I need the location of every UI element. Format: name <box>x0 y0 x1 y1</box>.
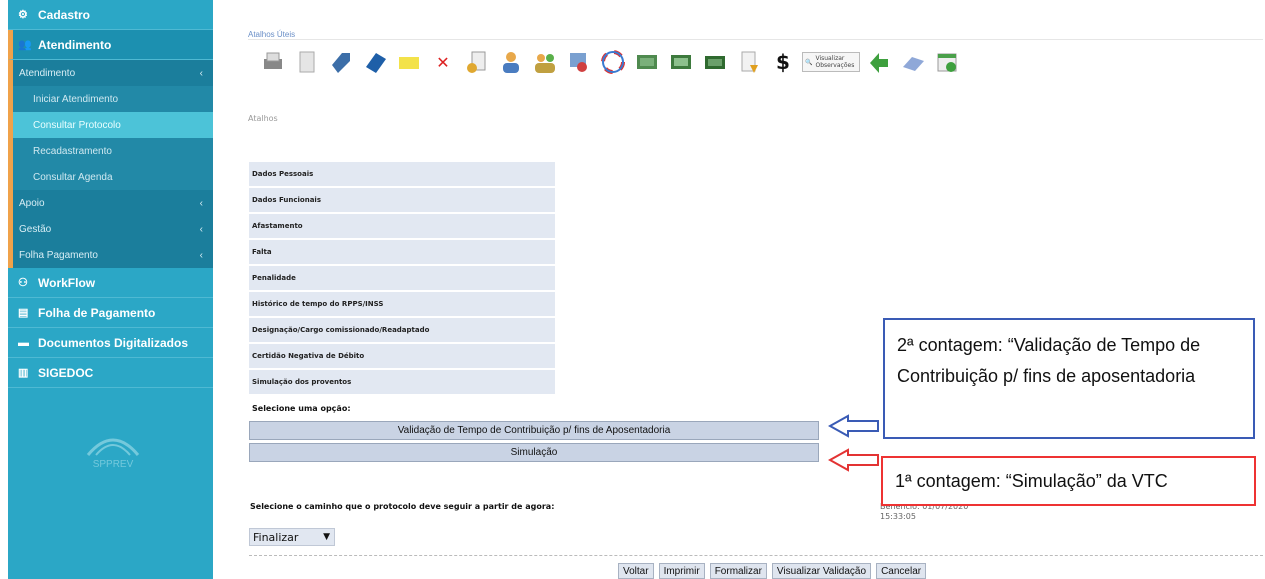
subnav-iniciar-atendimento[interactable]: Iniciar Atendimento <box>8 86 213 112</box>
close-icon[interactable]: ✕ <box>428 47 458 77</box>
users-icon[interactable] <box>530 47 560 77</box>
annotation-second-count: 2ª contagem: “Validação de Tempo de Cont… <box>883 318 1255 439</box>
subnav-apoio[interactable]: Apoio ‹ <box>8 190 213 216</box>
money-stack-icon[interactable] <box>700 47 730 77</box>
nav-label: Documentos Digitalizados <box>38 335 189 350</box>
chevron-left-icon: ‹ <box>199 223 203 235</box>
view-notes-button[interactable]: 🔍 Visualizar Observações <box>802 52 860 72</box>
imprimir-button[interactable]: Imprimir <box>658 563 705 579</box>
shortcut-icons: ✕ $ 🔍 Visualizar Observações <box>258 44 962 80</box>
document-icon: ▤ <box>18 307 29 319</box>
note-icon[interactable] <box>394 47 424 77</box>
folder-icon: ▬ <box>18 336 29 349</box>
section-row[interactable]: Falta <box>249 240 555 266</box>
atalhos-label: Atalhos <box>248 114 278 123</box>
certificate-icon[interactable] <box>462 47 492 77</box>
nav-label: Atendimento <box>38 37 112 52</box>
files-icon: ▥ <box>18 367 29 379</box>
voltar-button[interactable]: Voltar <box>618 563 654 579</box>
nav-documentos[interactable]: ▬ Documentos Digitalizados <box>8 328 213 358</box>
shortcuts-title: Atalhos Úteis <box>248 30 296 39</box>
nav-sigedoc[interactable]: ▥ SIGEDOC <box>8 358 213 388</box>
users-icon: 👥 <box>18 39 32 51</box>
subnav-label: Gestão <box>19 223 52 235</box>
chevron-left-icon: ‹ <box>199 197 203 209</box>
nav-label: Folha de Pagamento <box>38 305 156 320</box>
dollar-icon[interactable]: $ <box>768 47 798 77</box>
gear-icon: ⚙ <box>18 9 28 21</box>
section-row[interactable]: Penalidade <box>249 266 555 292</box>
formalizar-button[interactable]: Formalizar <box>709 563 767 579</box>
annotation-first-count: 1ª contagem: “Simulação” da VTC <box>881 456 1256 506</box>
sitemap-icon: ⚇ <box>18 277 28 289</box>
green-arrow-icon[interactable] <box>864 47 894 77</box>
subnav-consultar-protocolo[interactable]: Consultar Protocolo <box>8 112 213 138</box>
tag-icon[interactable] <box>326 47 356 77</box>
lifebuoy-icon[interactable] <box>598 47 628 77</box>
subnav-label: Recadastramento <box>33 145 112 157</box>
nav-atendimento[interactable]: 👥 Atendimento <box>8 30 213 60</box>
subnav-atendimento[interactable]: Atendimento ‹ <box>8 60 213 86</box>
magnifier-icon: 🔍 <box>805 58 813 66</box>
time-label: 15:33:05 <box>880 512 916 521</box>
visualizar-validacao-button[interactable]: Visualizar Validação <box>771 563 872 579</box>
subnav-label: Folha Pagamento <box>19 249 98 261</box>
path-label: Selecione o caminho que o protocolo deve… <box>250 502 555 511</box>
printer-icon[interactable] <box>258 47 288 77</box>
cancelar-button[interactable]: Cancelar <box>876 563 927 579</box>
section-row[interactable]: Simulação dos proventos <box>249 370 555 396</box>
calendar-check-icon[interactable] <box>932 47 962 77</box>
view-notes-label: Visualizar Observações <box>815 55 855 69</box>
sidebar: ⚙ Cadastro 👥 Atendimento Atendimento ‹ Inic… <box>8 0 213 579</box>
subnav-consultar-agenda[interactable]: Consultar Agenda <box>8 164 213 190</box>
cash-icon[interactable] <box>666 47 696 77</box>
chevron-left-icon: ‹ <box>199 249 203 261</box>
nav-folha-pagamento[interactable]: ▤ Folha de Pagamento <box>8 298 213 328</box>
subnav-label: Consultar Agenda <box>33 171 113 183</box>
chevron-left-icon: ‹ <box>199 67 203 79</box>
red-arrow-icon <box>828 448 879 472</box>
network-user-icon[interactable] <box>564 47 594 77</box>
section-row[interactable]: Certidão Negativa de Débito <box>249 344 555 370</box>
divider <box>248 39 1263 40</box>
subnav-label: Atendimento <box>19 67 76 79</box>
subnav-label: Iniciar Atendimento <box>33 93 119 105</box>
subnav-folha-pagamento[interactable]: Folha Pagamento ‹ <box>8 242 213 268</box>
chevron-down-icon: ▼ <box>323 532 330 542</box>
document-icon[interactable] <box>292 47 322 77</box>
divider <box>249 555 1263 556</box>
nav-label: SIGEDOC <box>38 365 94 380</box>
path-select[interactable]: Finalizar ▼ <box>249 528 335 546</box>
section-row[interactable]: Afastamento <box>249 214 555 240</box>
simulacao-button[interactable]: Simulação <box>249 443 819 462</box>
protocol-sections: Dados Pessoais Dados Funcionais Afastame… <box>249 162 555 396</box>
subnav-recadastramento[interactable]: Recadastramento <box>8 138 213 164</box>
logo-text: SPPREV <box>93 459 134 470</box>
subnav-gestao[interactable]: Gestão ‹ <box>8 216 213 242</box>
nav-workflow[interactable]: ⚇ WorkFlow <box>8 268 213 298</box>
nav-label: Cadastro <box>38 7 91 22</box>
sprev-logo: SPPREV <box>86 438 140 470</box>
book-icon[interactable] <box>360 47 390 77</box>
validacao-button[interactable]: Validação de Tempo de Contribuição p/ fi… <box>249 421 819 440</box>
user-icon[interactable] <box>496 47 526 77</box>
section-row[interactable]: Designação/Cargo comissionado/Readaptado <box>249 318 555 344</box>
subnav-label: Consultar Protocolo <box>33 119 121 131</box>
nav-label: WorkFlow <box>38 275 96 290</box>
money-icon[interactable] <box>632 47 662 77</box>
action-bar: Voltar Imprimir Formalizar Visualizar Va… <box>618 563 927 579</box>
document-arrow-icon[interactable] <box>734 47 764 77</box>
subnav-label: Apoio <box>19 197 45 209</box>
select-option-label: Selecione uma opção: <box>252 404 351 413</box>
blue-arrow-icon <box>828 414 879 438</box>
section-row[interactable]: Dados Pessoais <box>249 162 555 188</box>
eraser-icon[interactable] <box>898 47 928 77</box>
section-row[interactable]: Histórico de tempo do RPPS/INSS <box>249 292 555 318</box>
path-select-value: Finalizar <box>253 530 299 544</box>
nav-cadastro[interactable]: ⚙ Cadastro <box>8 0 213 30</box>
section-row[interactable]: Dados Funcionais <box>249 188 555 214</box>
